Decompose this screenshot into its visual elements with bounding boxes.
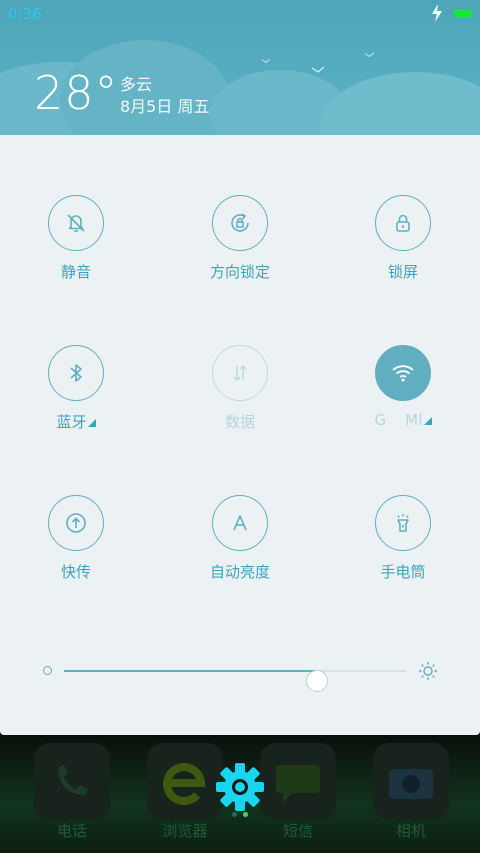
cloud-shape [320, 72, 480, 135]
tile-flashlight[interactable]: 手电筒 [343, 495, 463, 582]
weather-date: 8月5日 周五 [120, 97, 210, 116]
camera-icon [389, 769, 433, 799]
dock-app-camera[interactable] [373, 743, 449, 819]
brightness-thumb[interactable] [306, 670, 329, 692]
tile-label: 锁屏 [387, 263, 418, 281]
tile-rotation-lock-button[interactable] [212, 195, 268, 251]
dock-app-browser[interactable] [147, 743, 223, 819]
tile-label: G MI [374, 411, 423, 429]
message-icon [276, 765, 320, 803]
brightness-high-icon [419, 662, 437, 680]
bird-icon [262, 58, 270, 63]
tile-label: 蓝牙 [56, 413, 87, 431]
tile-rotation-lock[interactable]: 方向锁定 [180, 195, 300, 282]
tile-lock-screen[interactable]: 锁屏 [343, 195, 463, 282]
tile-mute-button[interactable] [48, 195, 104, 251]
bolt-icon [432, 4, 442, 22]
lock-icon [396, 214, 410, 232]
tile-label: 快传 [60, 563, 91, 581]
data-transfer-icon [233, 364, 247, 382]
brightness-slider[interactable] [0, 659, 480, 692]
bluetooth-icon [70, 364, 82, 382]
brightness-track[interactable] [64, 670, 406, 692]
weather-condition: 多云 [120, 75, 153, 94]
battery-icon [454, 9, 472, 18]
bird-icon [312, 66, 324, 73]
dock-app-phone[interactable] [34, 743, 110, 819]
tile-wifi-button[interactable] [375, 345, 431, 401]
tile-label-with-menu: 蓝牙 [56, 411, 96, 432]
brightness-fill [64, 670, 318, 672]
dock-label: 短信 [282, 822, 313, 840]
tile-bluetooth-button[interactable] [48, 345, 104, 401]
phone-icon [58, 765, 88, 795]
browser-icon [163, 763, 206, 805]
dropdown-corner-icon[interactable] [423, 417, 432, 425]
tile-label: 方向锁定 [209, 263, 270, 281]
quick-settings-panel: 静音 方向锁定 锁屏 蓝牙 数据 G MI 快传 自动亮度 手电筒 [0, 135, 480, 735]
status-time: 0:36 [8, 5, 42, 23]
tile-wifi[interactable]: G MI [343, 345, 463, 429]
tile-lock-screen-button[interactable] [375, 195, 431, 251]
tile-quick-share[interactable]: 快传 [16, 495, 136, 582]
dock-app-messages[interactable] [260, 743, 336, 819]
tile-mute[interactable]: 静音 [16, 195, 136, 282]
dock-label: 浏览器 [162, 822, 208, 840]
temperature: 28° [34, 66, 119, 120]
status-bar: 0:36 [0, 0, 480, 28]
bird-icon [365, 52, 374, 58]
tile-label: 自动亮度 [209, 563, 270, 581]
dock-label: 电话 [56, 822, 87, 840]
weather-header: 0:36 28° 多云 8月5日 周五 [0, 0, 480, 135]
tile-bluetooth[interactable]: 蓝牙 [16, 345, 136, 432]
tile-mobile-data-button[interactable] [212, 345, 268, 401]
dropdown-corner-icon[interactable] [87, 419, 96, 427]
tile-auto-brightness[interactable]: 自动亮度 [180, 495, 300, 582]
tile-label: 数据 [224, 413, 255, 431]
tile-auto-brightness-button[interactable] [212, 495, 268, 551]
page-indicator-dot-active [243, 812, 248, 817]
bell-muted-icon [67, 214, 85, 232]
flashlight-icon [397, 514, 409, 532]
tile-quick-share-button[interactable] [48, 495, 104, 551]
tile-label-with-menu: G MI [374, 411, 432, 429]
tile-mobile-data[interactable]: 数据 [180, 345, 300, 432]
dock-label: 相机 [395, 822, 426, 840]
brightness-low-icon [43, 666, 52, 675]
tile-label: 手电筒 [380, 563, 426, 581]
tile-label: 静音 [60, 263, 91, 281]
tile-flashlight-button[interactable] [375, 495, 431, 551]
settings-gear-icon[interactable] [215, 762, 265, 812]
auto-brightness-icon [233, 515, 247, 531]
share-upload-icon [66, 513, 86, 533]
rotation-lock-icon [231, 213, 249, 232]
wifi-icon [392, 365, 414, 382]
page-indicator-dot [232, 812, 237, 817]
